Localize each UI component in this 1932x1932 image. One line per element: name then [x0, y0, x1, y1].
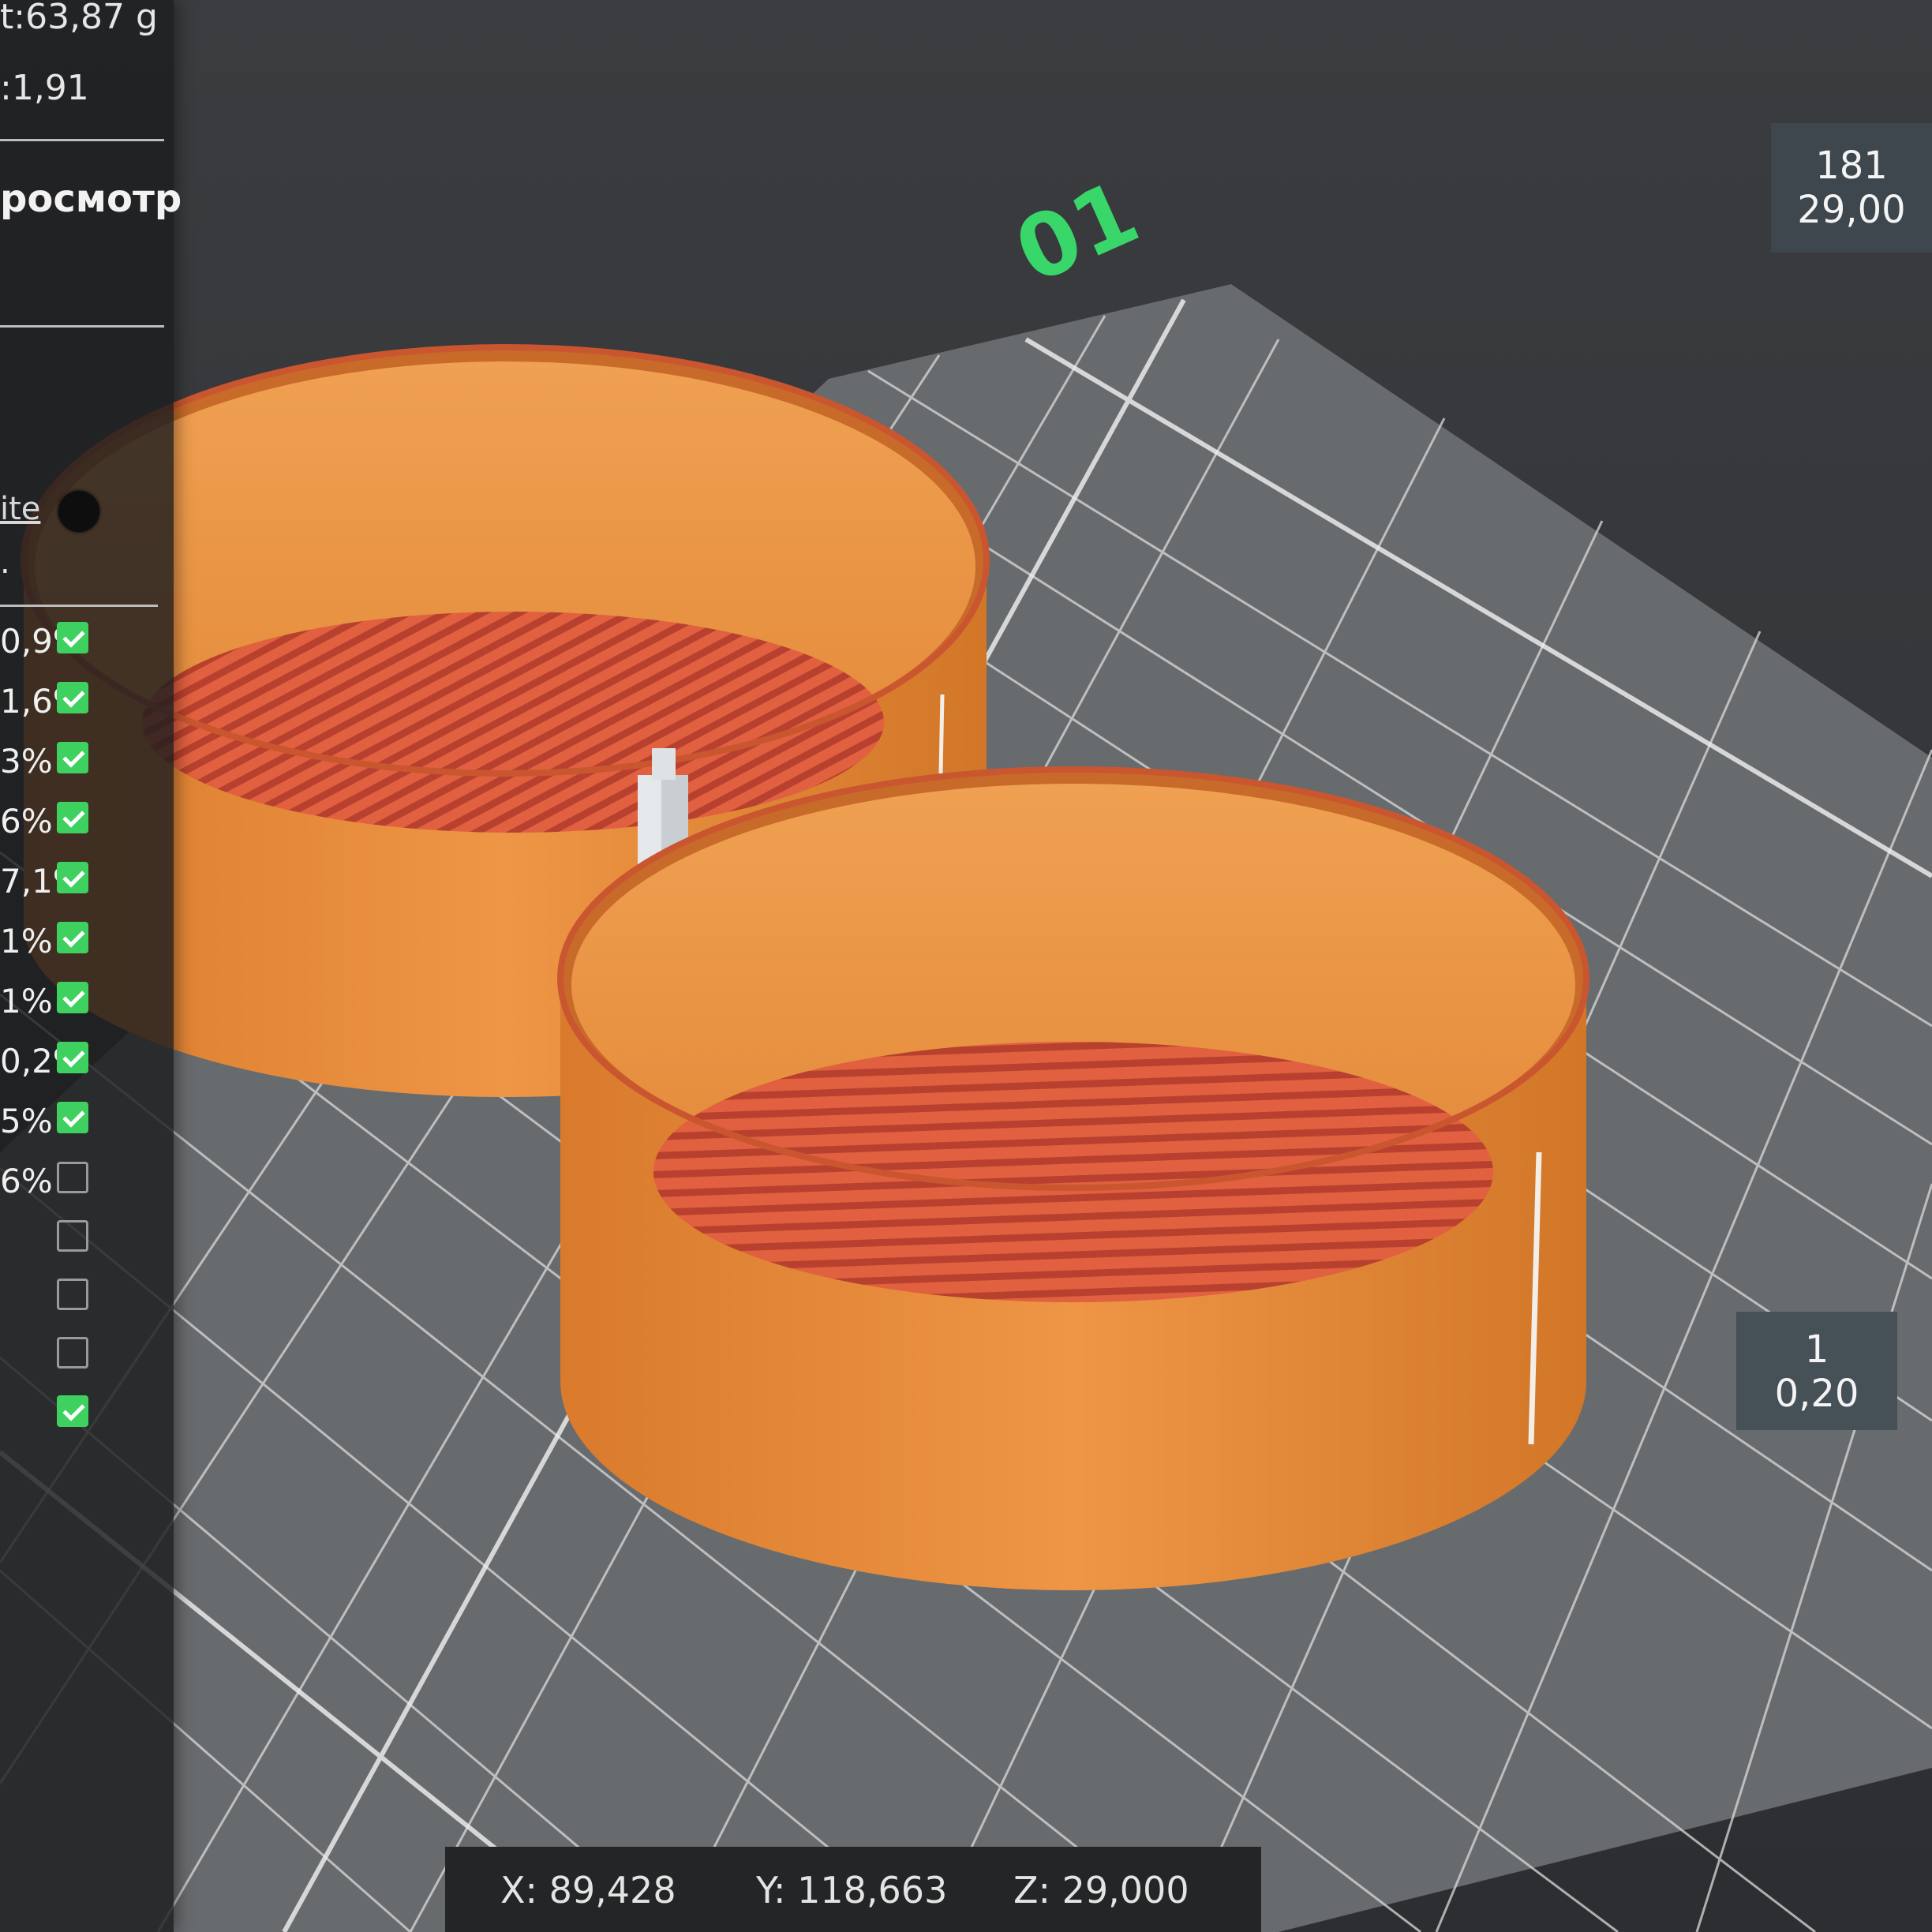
- coord-z: Z: 29,000: [1013, 1869, 1189, 1911]
- feature-checkbox[interactable]: [57, 1279, 88, 1310]
- bottom-layer-height: 0,20: [1774, 1372, 1859, 1416]
- layer-slider-bottom-handle[interactable]: 1 0,20: [1736, 1312, 1897, 1430]
- feature-percent: 6%: [0, 1162, 53, 1200]
- feature-checkbox[interactable]: [57, 682, 88, 713]
- feature-percent: 5%: [0, 1102, 53, 1140]
- weight-stat: t:63,87 g: [0, 0, 158, 37]
- feature-checkbox[interactable]: [57, 622, 88, 653]
- dot-label: .: [0, 545, 10, 581]
- 3d-viewport[interactable]: 01: [0, 0, 1932, 1932]
- top-layer-number: 181: [1815, 144, 1888, 188]
- coordinate-readout: X: 89,428 Y: 118,663 Z: 29,000: [445, 1847, 1261, 1932]
- feature-checkbox[interactable]: [57, 922, 88, 953]
- feature-percent: 1%: [0, 982, 53, 1020]
- separator: [0, 325, 164, 328]
- feature-checkbox[interactable]: [57, 1042, 88, 1073]
- layer-slider-top-handle[interactable]: 181 29,00: [1771, 123, 1932, 253]
- coord-x: X: 89,428: [500, 1869, 676, 1911]
- feature-checkbox[interactable]: [57, 862, 88, 893]
- seam-left: [938, 694, 945, 774]
- feature-percent: 1%: [0, 922, 53, 960]
- section-title: росмотр: [0, 177, 182, 221]
- top-layer-height: 29,00: [1797, 188, 1906, 232]
- feature-checkbox[interactable]: [57, 1162, 88, 1193]
- feature-percent: 6%: [0, 802, 53, 841]
- bottom-layer-number: 1: [1804, 1327, 1829, 1372]
- color-swatch[interactable]: [58, 491, 99, 532]
- feature-checkbox[interactable]: [57, 1395, 88, 1427]
- printed-cylinder-right: [557, 766, 1589, 1590]
- left-sidebar: t:63,87 g :1,91 росмотр ite . 0,9% 1,6% …: [0, 0, 182, 1932]
- separator: [0, 139, 164, 141]
- feature-checkbox[interactable]: [57, 802, 88, 833]
- coord-y: Y: 118,663: [756, 1869, 948, 1911]
- cost-stat: :1,91: [0, 68, 89, 108]
- feature-percent: 3%: [0, 742, 53, 781]
- feature-checkbox[interactable]: [57, 1220, 88, 1252]
- feature-checkbox[interactable]: [57, 1102, 88, 1133]
- feature-checkbox[interactable]: [57, 1337, 88, 1368]
- separator: [0, 605, 158, 607]
- filament-link[interactable]: ite: [0, 491, 40, 527]
- feature-checkbox[interactable]: [57, 742, 88, 773]
- feature-checkbox[interactable]: [57, 982, 88, 1013]
